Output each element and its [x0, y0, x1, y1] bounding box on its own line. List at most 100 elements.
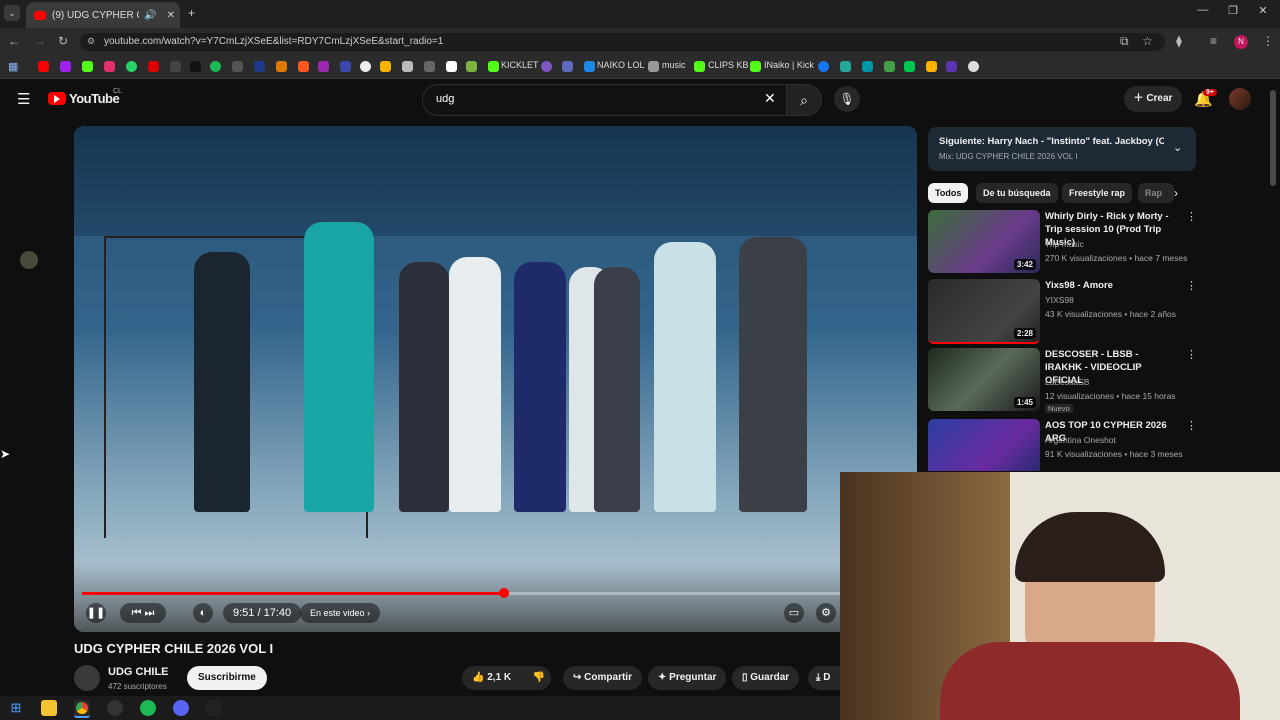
bookmark-inaiko-kick[interactable]: INaiko | Kick	[764, 60, 814, 70]
recommendation-thumbnail[interactable]	[928, 419, 1040, 471]
bookmark-purple-icon[interactable]	[318, 61, 329, 72]
recommendation-channel[interactable]: YIXS98	[1045, 295, 1074, 305]
windows-start-icon[interactable]: ⊞	[8, 700, 24, 716]
bookmark-discord-icon[interactable]	[541, 61, 552, 72]
volume-button[interactable]: ◐	[193, 603, 213, 623]
bookmark-cyan-icon[interactable]	[862, 61, 873, 72]
app-taskbar-icon[interactable]	[206, 700, 222, 716]
bookmark-youtube-icon[interactable]	[38, 61, 49, 72]
bookmark-indigo-icon[interactable]	[340, 61, 351, 72]
bookmark-facebook-icon[interactable]	[818, 61, 829, 72]
back-icon[interactable]: ←	[8, 34, 20, 48]
bookmark-clips-icon[interactable]	[694, 61, 705, 72]
bookmark-red-icon[interactable]	[148, 61, 159, 72]
bookmark-white-icon[interactable]	[446, 61, 457, 72]
close-window-button[interactable]: ✕	[1248, 4, 1278, 17]
subtitles-button[interactable]: ▭	[784, 603, 804, 623]
bookmark-orange2-icon[interactable]	[298, 61, 309, 72]
file-explorer-icon[interactable]	[41, 700, 57, 716]
obs-taskbar-icon[interactable]	[107, 700, 123, 716]
tab-list-button[interactable]: ⌄	[4, 5, 20, 21]
like-button[interactable]: 👍 2,1 K	[462, 666, 536, 690]
youtube-logo-text[interactable]: YouTube	[69, 91, 120, 106]
maximize-button[interactable]: ❐	[1218, 4, 1248, 17]
bookmark-tiktok-icon[interactable]	[190, 61, 201, 72]
discord-taskbar-icon[interactable]	[173, 700, 189, 716]
chip-de-tu-busqueda[interactable]: De tu búsqueda	[976, 183, 1058, 203]
reload-icon[interactable]: ↻	[58, 34, 68, 48]
bookmark-spotify-icon[interactable]	[210, 61, 221, 72]
scrubber-handle[interactable]	[499, 588, 509, 598]
bookmark-purple2-icon[interactable]	[946, 61, 957, 72]
more-options-icon[interactable]: ⋮	[1186, 210, 1197, 223]
bookmark-kicklet-icon[interactable]	[488, 61, 499, 72]
bookmark-grey-icon[interactable]	[424, 61, 435, 72]
chrome-menu-icon[interactable]: ⋮	[1262, 34, 1274, 48]
save-button[interactable]: ▯ Guardar	[732, 666, 800, 690]
bookmark-cat-icon[interactable]	[402, 61, 413, 72]
profile-avatar[interactable]: N	[1234, 35, 1248, 49]
bookmark-music[interactable]: music	[662, 60, 686, 70]
recommendation-title[interactable]: Yixs98 - Amore	[1045, 279, 1175, 292]
tab-close-icon[interactable]: ✕	[167, 10, 175, 21]
bookmark-naiko-lol[interactable]: NAIKO LOL	[597, 60, 645, 70]
bookmark-shield-icon[interactable]	[562, 61, 573, 72]
recommendation-thumbnail[interactable]: 2:28	[928, 279, 1040, 344]
audio-icon[interactable]: 🔊	[144, 10, 156, 21]
spotify-taskbar-icon[interactable]	[140, 700, 156, 716]
up-next-panel[interactable]: Siguiente: Harry Nach - "Instinto" feat.…	[928, 127, 1196, 171]
recommendation-item[interactable]: AOS TOP 10 CYPHER 2026 ARG Argentina One…	[928, 419, 1196, 471]
bookmark-circle-icon[interactable]	[360, 61, 371, 72]
bookmark-music-icon[interactable]	[648, 61, 659, 72]
bookmark-plus-icon[interactable]	[904, 61, 915, 72]
channel-avatar[interactable]	[74, 665, 100, 691]
bookmark-inaiko-icon[interactable]	[750, 61, 761, 72]
chips-next-arrow-icon[interactable]: ›	[1174, 186, 1178, 200]
omnibox[interactable]: youtube.com/watch?v=Y7CmLzjXSeE&list=RDY…	[80, 33, 1165, 51]
install-app-icon[interactable]: ⧉	[1120, 34, 1129, 49]
bookmark-kick-icon[interactable]	[82, 61, 93, 72]
more-options-icon[interactable]: ⋮	[1186, 348, 1197, 361]
more-options-icon[interactable]: ⋮	[1186, 419, 1196, 432]
more-options-icon[interactable]: ⋮	[1186, 279, 1197, 292]
bookmark-instagram-icon[interactable]	[104, 61, 115, 72]
browser-tab[interactable]: (9) UDG CYPHER CHILE 2026 🔊 ✕	[26, 2, 180, 28]
recommendation-thumbnail[interactable]: 1:45	[928, 348, 1040, 411]
bookmark-green2-icon[interactable]	[884, 61, 895, 72]
video-player[interactable]	[74, 126, 917, 632]
site-info-icon[interactable]: ⚙	[87, 36, 95, 47]
extensions-icon[interactable]: ⧫	[1176, 34, 1182, 48]
user-avatar[interactable]	[1229, 88, 1251, 110]
search-input[interactable]	[434, 92, 738, 106]
bookmark-green-icon[interactable]	[466, 61, 477, 72]
dislike-button[interactable]: 👎	[527, 666, 551, 690]
bookmark-x-icon[interactable]	[170, 61, 181, 72]
media-controls-icon[interactable]: ≡	[1210, 34, 1217, 48]
voice-search-button[interactable]: 🎙	[834, 86, 860, 112]
bookmark-yellow-icon[interactable]	[380, 61, 391, 72]
recommendation-thumbnail[interactable]: 3:42	[928, 210, 1040, 273]
channel-name[interactable]: UDG CHILE	[108, 666, 169, 678]
recommendation-channel[interactable]: LaBestiaSB	[1045, 377, 1089, 387]
bookmark-whatsapp-icon[interactable]	[126, 61, 137, 72]
previous-icon[interactable]: ⏮	[132, 607, 142, 619]
chapter-button[interactable]: En este video ›	[300, 603, 381, 623]
recommendation-item[interactable]: 2:28 Yixs98 - Amore YIXS98 43 K visualiz…	[928, 279, 1197, 344]
chevron-down-icon[interactable]: ⌄	[1173, 141, 1182, 154]
chip-freestyle-rap[interactable]: Freestyle rap	[1062, 183, 1133, 203]
menu-icon[interactable]: ☰	[17, 90, 30, 108]
recommendation-channel[interactable]: Argentina Oneshot	[1045, 435, 1116, 445]
recommendation-channel[interactable]: Trip music	[1045, 239, 1084, 249]
next-icon[interactable]: ⏭	[145, 607, 155, 619]
forward-icon[interactable]: →	[34, 34, 46, 48]
bookmark-twitch-icon[interactable]	[60, 61, 71, 72]
bookmark-chatgpt-icon[interactable]	[968, 61, 979, 72]
search-button[interactable]: ⌕	[786, 84, 822, 116]
bookmark-u-icon[interactable]	[926, 61, 937, 72]
pause-button[interactable]: ❚❚	[86, 603, 106, 623]
share-button[interactable]: ↪ Compartir	[563, 666, 642, 690]
chrome-taskbar-icon[interactable]	[74, 700, 90, 718]
ask-button[interactable]: ✦ Preguntar	[648, 666, 727, 690]
bookmark-kicklet[interactable]: KICKLET	[501, 60, 539, 70]
bookmark-clips-kb[interactable]: CLIPS KB	[708, 60, 749, 70]
